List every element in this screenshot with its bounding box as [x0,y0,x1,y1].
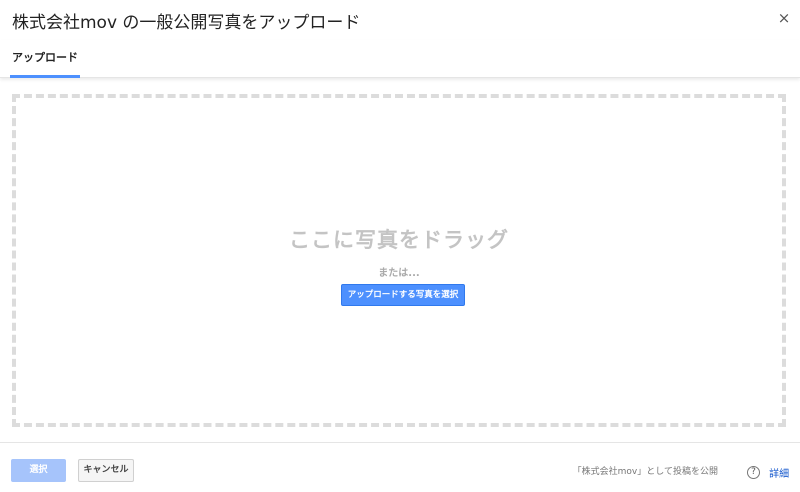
help-link[interactable]: ? 詳細 [747,462,790,480]
tab-upload[interactable]: アップロード [10,50,80,78]
dialog-header: 株式会社mov の一般公開写真をアップロード × [0,0,800,40]
dialog-title: 株式会社mov の一般公開写真をアップロード [12,13,361,33]
help-icon: ? [747,466,760,479]
drop-or-text: または... [378,268,420,279]
publish-as-text: 「株式会社mov」として投稿を公開 [572,467,718,477]
help-label: 詳細 [769,469,790,480]
select-photos-button[interactable]: アップロードする写真を選択 [341,284,465,306]
photo-drop-zone[interactable]: ここに写真をドラッグ または... アップロードする写真を選択 [12,94,786,427]
drop-heading: ここに写真をドラッグ [289,228,509,252]
dialog-footer: 選択 キャンセル 「株式会社mov」として投稿を公開 ? 詳細 [0,442,800,492]
tab-bar: アップロード [0,40,800,78]
tab-upload-label: アップロード [12,51,78,64]
select-button[interactable]: 選択 [11,459,66,482]
close-icon[interactable]: × [774,8,794,28]
cancel-button[interactable]: キャンセル [78,459,134,482]
